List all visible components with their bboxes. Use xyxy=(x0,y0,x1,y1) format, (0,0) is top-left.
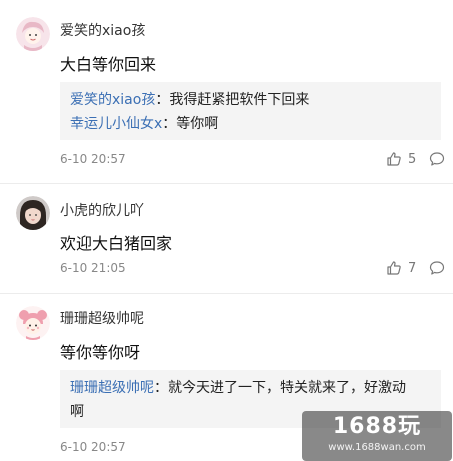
timestamp: 6-10 21:05 xyxy=(60,261,126,275)
timestamp: 6-10 20:57 xyxy=(60,440,126,454)
comment-bubble-icon[interactable] xyxy=(429,151,445,167)
reply-username[interactable]: 幸运儿小仙女x xyxy=(70,116,162,132)
watermark-url: www.1688wan.com xyxy=(328,442,426,453)
reply-separator: ： xyxy=(154,380,168,396)
comment-item: 小虎的欣儿吖 欢迎大白猪回家 6-10 21:05 7 xyxy=(0,183,453,294)
thumbs-up-icon xyxy=(387,152,401,166)
comment-item: 爱笑的xiao孩 大白等你回来 爱笑的xiao孩：我得赶紧把软件下回来 幸运儿小… xyxy=(0,0,453,184)
reply-text: 就今天进了一下，特关就来了，好激动 xyxy=(168,380,406,396)
comment-text: 等你等你呀 xyxy=(60,343,141,362)
site-watermark: 1688玩 www.1688wan.com xyxy=(302,411,452,461)
reply-text: 等你啊 xyxy=(176,116,219,132)
watermark-brand: 1688玩 xyxy=(332,414,422,439)
reply-username[interactable]: 爱笑的xiao孩 xyxy=(70,92,155,108)
reply-item: 珊珊超级帅呢：就今天进了一下，特关就来了，好激动 xyxy=(70,376,431,400)
avatar[interactable] xyxy=(16,17,50,51)
avatar[interactable] xyxy=(16,306,50,340)
username[interactable]: 小虎的欣儿吖 xyxy=(60,200,144,220)
timestamp: 6-10 20:57 xyxy=(60,152,126,166)
avatar[interactable] xyxy=(16,196,50,230)
like-count: 5 xyxy=(408,151,417,167)
like-count: 7 xyxy=(408,260,417,276)
reply-box[interactable]: 爱笑的xiao孩：我得赶紧把软件下回来 幸运儿小仙女x：等你啊 xyxy=(60,82,441,140)
thumbs-up-icon xyxy=(387,261,401,275)
reply-text: 我得赶紧把软件下回来 xyxy=(169,92,310,108)
reply-item: 幸运儿小仙女x：等你啊 xyxy=(70,112,431,136)
reply-username[interactable]: 珊珊超级帅呢 xyxy=(70,380,154,396)
comment-bubble-icon[interactable] xyxy=(429,260,445,276)
comment-list: 爱笑的xiao孩 大白等你回来 爱笑的xiao孩：我得赶紧把软件下回来 幸运儿小… xyxy=(0,0,453,461)
comment-text: 欢迎大白猪回家 xyxy=(60,234,173,253)
username[interactable]: 珊珊超级帅呢 xyxy=(60,308,144,328)
like-button[interactable]: 5 xyxy=(386,150,416,168)
reply-item: 爱笑的xiao孩：我得赶紧把软件下回来 xyxy=(70,88,431,112)
comment-text: 大白等你回来 xyxy=(60,55,157,74)
like-button[interactable]: 7 xyxy=(386,259,416,277)
username[interactable]: 爱笑的xiao孩 xyxy=(60,20,145,40)
reply-separator: ： xyxy=(162,116,177,132)
reply-separator: ： xyxy=(155,92,170,108)
